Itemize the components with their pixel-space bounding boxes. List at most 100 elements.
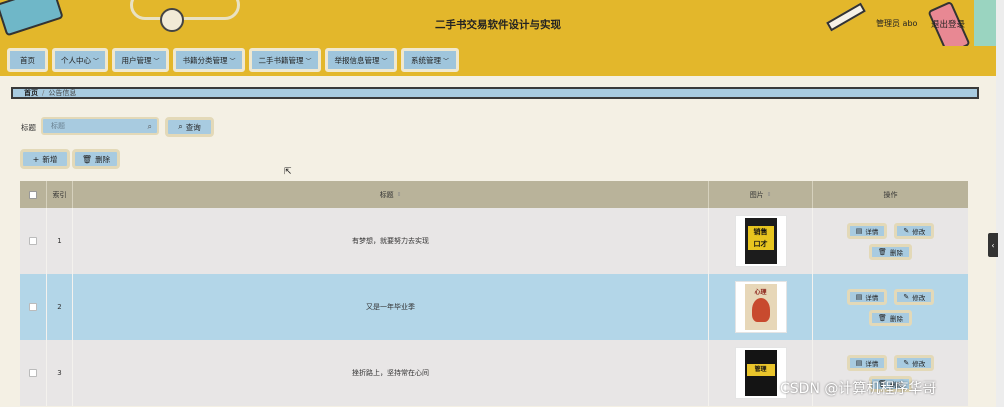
logout-link[interactable]: 退出登录 <box>931 18 965 30</box>
header-actions: 操作 <box>883 190 898 199</box>
delete-button[interactable]: 🗑 删除 <box>869 309 912 326</box>
table-row[interactable]: 2 又是一年毕业季 心理 ▤ 详情 ✎ 修改 🗑 删除 <box>20 274 968 340</box>
header-image[interactable]: 图片 ⇕ <box>709 181 813 208</box>
chevron-down-icon: ﹀ <box>153 57 160 65</box>
row-select-cell <box>20 340 47 406</box>
edit-label: 修改 <box>912 359 926 368</box>
chevron-left-icon: ‹ <box>991 240 995 250</box>
detail-button[interactable]: ▤ 详情 <box>846 222 888 239</box>
bulk-delete-button[interactable]: 🗑 删除 <box>72 149 120 169</box>
nav-label: 用户管理 <box>121 55 152 65</box>
book-cover-line: 管理 <box>746 364 775 376</box>
header-image-label: 图片 <box>749 190 764 199</box>
nav-item-home[interactable]: 首页 <box>7 48 48 72</box>
delete-label: 删除 <box>889 314 903 323</box>
row-actions: ▤ 详情 ✎ 修改 🗑 删除 <box>813 274 968 340</box>
trash-icon: 🗑 <box>878 313 887 322</box>
side-collapse-tab[interactable]: ‹ <box>988 233 998 257</box>
row-image-cell: 心理 <box>709 274 813 340</box>
pencil-icon: ✎ <box>903 292 910 301</box>
nav-item-system[interactable]: 系统管理 ﹀ <box>401 48 459 72</box>
page-scrollbar[interactable] <box>996 0 1004 407</box>
header-title[interactable]: 标题 ⇕ <box>73 181 709 208</box>
book-cover-line: 销售 <box>753 228 768 236</box>
select-all-checkbox[interactable] <box>29 190 37 199</box>
watermark: CSDN @计算机程序华哥 <box>780 381 937 397</box>
trash-icon: 🗑 <box>81 154 93 164</box>
nav-label: 二手书籍管理 <box>258 55 304 65</box>
book-cover-figure <box>751 298 770 322</box>
row-checkbox[interactable] <box>29 369 37 377</box>
nav-label: 系统管理 <box>410 55 441 65</box>
document-icon: ▤ <box>855 292 863 301</box>
detail-button[interactable]: ▤ 详情 <box>846 354 888 371</box>
main-nav: 首页 个人中心 ﹀ 用户管理 ﹀ 书籍分类管理 ﹀ 二手书籍管理 ﹀ 举报信息管理 ﹀ 系… <box>0 46 996 76</box>
search-button-label: 查询 <box>185 122 201 132</box>
book-cover-line: 心理 <box>754 289 767 296</box>
row-image-cell: 销售 口才 <box>709 208 813 274</box>
table-header: 索引 标题 ⇕ 图片 ⇕ 操作 <box>20 181 968 208</box>
row-checkbox[interactable] <box>29 237 37 245</box>
row-index: 3 <box>47 340 73 406</box>
delete-label: 删除 <box>889 248 903 257</box>
row-title: 有梦想，就要努力去实现 <box>73 208 709 274</box>
detail-label: 详情 <box>865 293 879 302</box>
edit-label: 修改 <box>912 227 926 236</box>
mouse-cursor-icon: ⇱ <box>284 167 292 177</box>
row-title: 挫折路上，坚持常在心间 <box>73 340 709 406</box>
chevron-down-icon: ﹀ <box>305 57 312 65</box>
pencil-icon: ✎ <box>903 226 910 235</box>
breadcrumb-separator: / <box>42 89 45 97</box>
nav-label: 举报信息管理 <box>334 55 380 65</box>
nav-item-personal-center[interactable]: 个人中心 ﹀ <box>52 48 108 72</box>
nav-item-reports[interactable]: 举报信息管理 ﹀ <box>325 48 397 72</box>
breadcrumb-current: 公告信息 <box>48 89 77 97</box>
delete-button[interactable]: 🗑 删除 <box>869 243 912 260</box>
breadcrumb-home[interactable]: 首页 <box>24 88 38 98</box>
search-label: 标题 <box>21 123 36 132</box>
nav-label: 首页 <box>20 55 35 65</box>
breadcrumb: 首页 / 公告信息 <box>11 87 979 99</box>
row-title: 又是一年毕业季 <box>73 274 709 340</box>
detail-label: 详情 <box>865 359 879 368</box>
chevron-down-icon: ﹀ <box>381 57 388 65</box>
book-cover-management: 管理 <box>744 350 777 396</box>
nav-label: 书籍分类管理 <box>182 55 228 65</box>
book-cover-line: 口才 <box>753 240 768 248</box>
add-button-label: 新增 <box>42 154 58 164</box>
detail-button[interactable]: ▤ 详情 <box>846 288 888 305</box>
app-title: 二手书交易软件设计与实现 <box>435 19 561 31</box>
add-button[interactable]: + 新增 <box>20 149 70 169</box>
search-input[interactable]: 标题 ⌕ <box>41 117 159 135</box>
edit-button[interactable]: ✎ 修改 <box>894 222 935 239</box>
book-cover-psychology: 心理 <box>744 284 777 330</box>
sort-icon: ⇕ <box>396 191 402 198</box>
header-title-label: 标题 <box>379 190 394 199</box>
nav-item-book-category[interactable]: 书籍分类管理 ﹀ <box>173 48 245 72</box>
search-placeholder: 标题 <box>51 122 65 130</box>
book-cover-image[interactable]: 销售 口才 <box>734 215 787 267</box>
notice-table: 索引 标题 ⇕ 图片 ⇕ 操作 1 有梦想，就要努力去实现 销售 口才 ▤ 详情 ✎ 修改… <box>20 181 968 407</box>
chevron-down-icon: ﹀ <box>442 57 449 65</box>
document-icon: ▤ <box>855 226 863 235</box>
search-button[interactable]: ⌕ 查询 <box>165 117 214 137</box>
edit-button[interactable]: ✎ 修改 <box>894 354 935 371</box>
nav-item-user-management[interactable]: 用户管理 ﹀ <box>112 48 169 72</box>
table-row[interactable]: 1 有梦想，就要努力去实现 销售 口才 ▤ 详情 ✎ 修改 🗑 删除 <box>20 208 968 274</box>
document-icon: ▤ <box>855 358 863 367</box>
book-cover-sales: 销售 口才 <box>744 218 777 264</box>
header-select-all-cell <box>20 181 47 208</box>
pencil-icon: ✎ <box>903 358 910 367</box>
book-cover-text: 销售 口才 <box>747 226 774 250</box>
sort-icon: ⇕ <box>766 191 772 198</box>
trash-icon: 🗑 <box>878 247 887 256</box>
edit-button[interactable]: ✎ 修改 <box>894 288 935 305</box>
nav-label: 个人中心 <box>60 55 91 65</box>
row-actions: ▤ 详情 ✎ 修改 🗑 删除 <box>813 208 968 274</box>
row-checkbox[interactable] <box>29 303 37 311</box>
edit-label: 修改 <box>912 293 926 302</box>
book-cover-image[interactable]: 心理 <box>734 281 787 333</box>
admin-username: 管理员 abo <box>876 19 918 28</box>
book-cover-image[interactable]: 管理 <box>734 347 787 399</box>
nav-item-used-books[interactable]: 二手书籍管理 ﹀ <box>249 48 321 72</box>
